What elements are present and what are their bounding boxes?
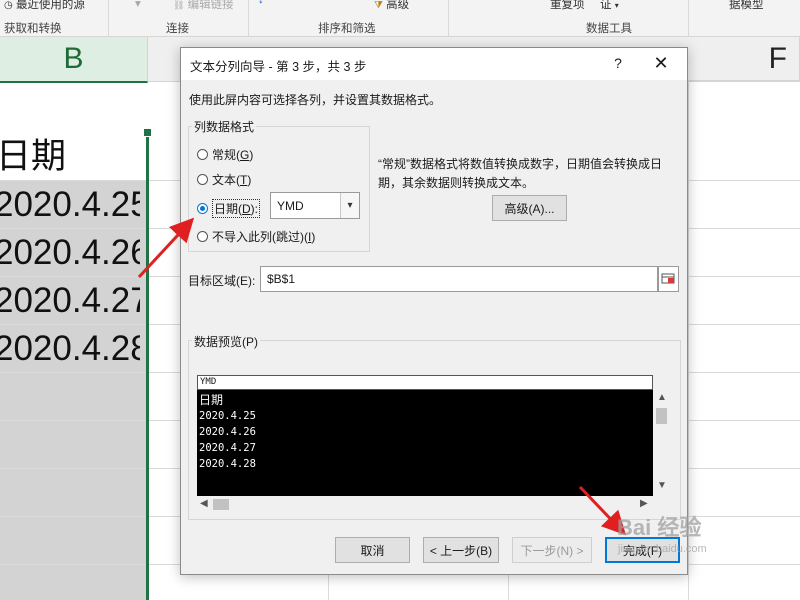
red-arrow-to-date-option: [137, 217, 195, 279]
watermark-url: jingyan.baidu.com: [618, 543, 707, 555]
red-arrow-to-finish: [578, 485, 627, 536]
watermark-logo: Bai 经验: [617, 515, 702, 540]
